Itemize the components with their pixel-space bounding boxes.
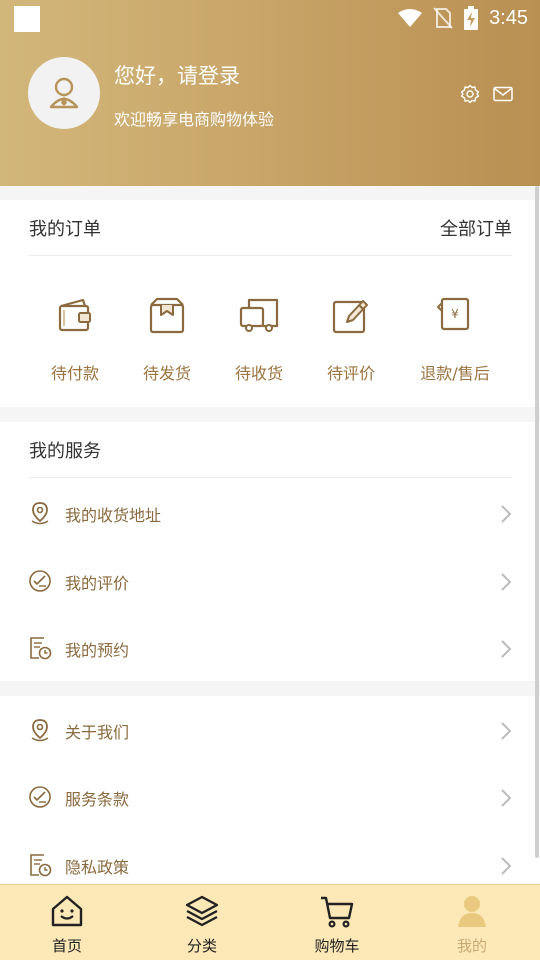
order-item-label: 退款/售后 bbox=[420, 364, 490, 383]
chevron-right-icon bbox=[501, 789, 512, 807]
login-prompt[interactable]: 您好，请登录 bbox=[114, 60, 240, 90]
info-label: 隐私政策 bbox=[65, 858, 130, 877]
chevron-right-icon bbox=[501, 640, 512, 658]
orders-title: 我的订单 bbox=[29, 219, 101, 240]
package-icon bbox=[149, 297, 185, 334]
status-bar: 3:45 bbox=[0, 0, 540, 36]
service-row-reviews[interactable]: 我的评价 bbox=[0, 550, 540, 614]
tab-cart[interactable]: 购物车 bbox=[277, 885, 397, 960]
service-row-address[interactable]: 我的收货地址 bbox=[0, 482, 540, 546]
order-item-label: 待发货 bbox=[142, 364, 191, 383]
order-item-label: 待收货 bbox=[234, 364, 283, 383]
tab-label: 分类 bbox=[186, 937, 217, 955]
service-label: 我的评价 bbox=[65, 574, 130, 593]
tab-label: 购物车 bbox=[314, 937, 360, 955]
tab-label: 我的 bbox=[456, 937, 487, 955]
tab-home[interactable]: 首页 bbox=[7, 885, 127, 960]
truck-icon bbox=[239, 298, 279, 332]
profile-header: 3:45 您好，请登录 欢迎畅享电商购物体验 bbox=[0, 0, 540, 186]
chevron-right-icon bbox=[501, 505, 512, 523]
service-label: 我的收货地址 bbox=[65, 506, 162, 525]
info-label: 服务条款 bbox=[65, 790, 130, 809]
info-row-terms[interactable]: 服务条款 bbox=[0, 766, 540, 830]
svg-text:¥: ¥ bbox=[451, 307, 459, 321]
info-card: 关于我们 服务条款 隐私政策 bbox=[0, 696, 540, 896]
chevron-right-icon bbox=[501, 722, 512, 740]
order-pending-receipt[interactable]: 待收货 bbox=[213, 294, 305, 384]
refund-icon: ¥ bbox=[436, 297, 470, 331]
order-item-label: 待付款 bbox=[50, 364, 99, 383]
location-icon bbox=[31, 719, 49, 742]
settings-icon[interactable] bbox=[458, 82, 482, 106]
tab-categories[interactable]: 分类 bbox=[142, 885, 262, 960]
chevron-right-icon bbox=[501, 857, 512, 875]
home-icon bbox=[51, 895, 83, 927]
order-refund[interactable]: ¥ 退款/售后 bbox=[409, 294, 501, 384]
appointment-icon bbox=[30, 854, 52, 877]
scrollbar[interactable] bbox=[535, 186, 539, 858]
divider bbox=[29, 477, 512, 478]
tab-label: 首页 bbox=[51, 937, 82, 955]
all-orders-link[interactable]: 全部订单 bbox=[440, 215, 512, 241]
orders-card: 我的订单 全部订单 待付款 待发货 待收货 待评价 ¥ 退款/售后 bbox=[0, 200, 540, 407]
wifi-icon bbox=[398, 9, 423, 27]
service-label: 我的预约 bbox=[65, 641, 130, 660]
info-row-about[interactable]: 关于我们 bbox=[0, 699, 540, 763]
notification-icon bbox=[14, 6, 40, 32]
cart-icon bbox=[321, 896, 354, 928]
chevron-right-icon bbox=[501, 573, 512, 591]
services-title: 我的服务 bbox=[29, 441, 101, 462]
review-icon bbox=[29, 786, 51, 808]
appointment-icon bbox=[30, 637, 52, 660]
order-pending-review[interactable]: 待评价 bbox=[305, 294, 397, 384]
order-pending-payment[interactable]: 待付款 bbox=[29, 294, 121, 384]
order-item-label: 待评价 bbox=[326, 364, 375, 383]
battery-icon bbox=[464, 6, 479, 30]
welcome-text: 欢迎畅享电商购物体验 bbox=[114, 110, 275, 129]
status-time: 3:45 bbox=[489, 6, 528, 29]
user-icon bbox=[458, 896, 486, 927]
layers-icon bbox=[185, 895, 219, 927]
edit-icon bbox=[332, 300, 368, 334]
services-card: 我的服务 我的收货地址 我的评价 我的预约 bbox=[0, 422, 540, 681]
status-icons: 3:45 bbox=[397, 4, 528, 32]
location-icon bbox=[31, 502, 49, 525]
no-sim-icon bbox=[433, 7, 453, 29]
info-label: 关于我们 bbox=[65, 723, 130, 742]
service-row-appointments[interactable]: 我的预约 bbox=[0, 617, 540, 681]
wallet-icon bbox=[58, 298, 91, 332]
user-placeholder-icon bbox=[49, 77, 79, 109]
order-pending-shipment[interactable]: 待发货 bbox=[121, 294, 213, 384]
review-icon bbox=[29, 570, 51, 592]
bottom-tab-bar: 首页 分类 购物车 我的 bbox=[0, 884, 540, 960]
avatar[interactable] bbox=[28, 57, 100, 129]
message-icon[interactable] bbox=[491, 82, 515, 106]
divider bbox=[29, 255, 512, 256]
tab-profile[interactable]: 我的 bbox=[412, 885, 532, 960]
